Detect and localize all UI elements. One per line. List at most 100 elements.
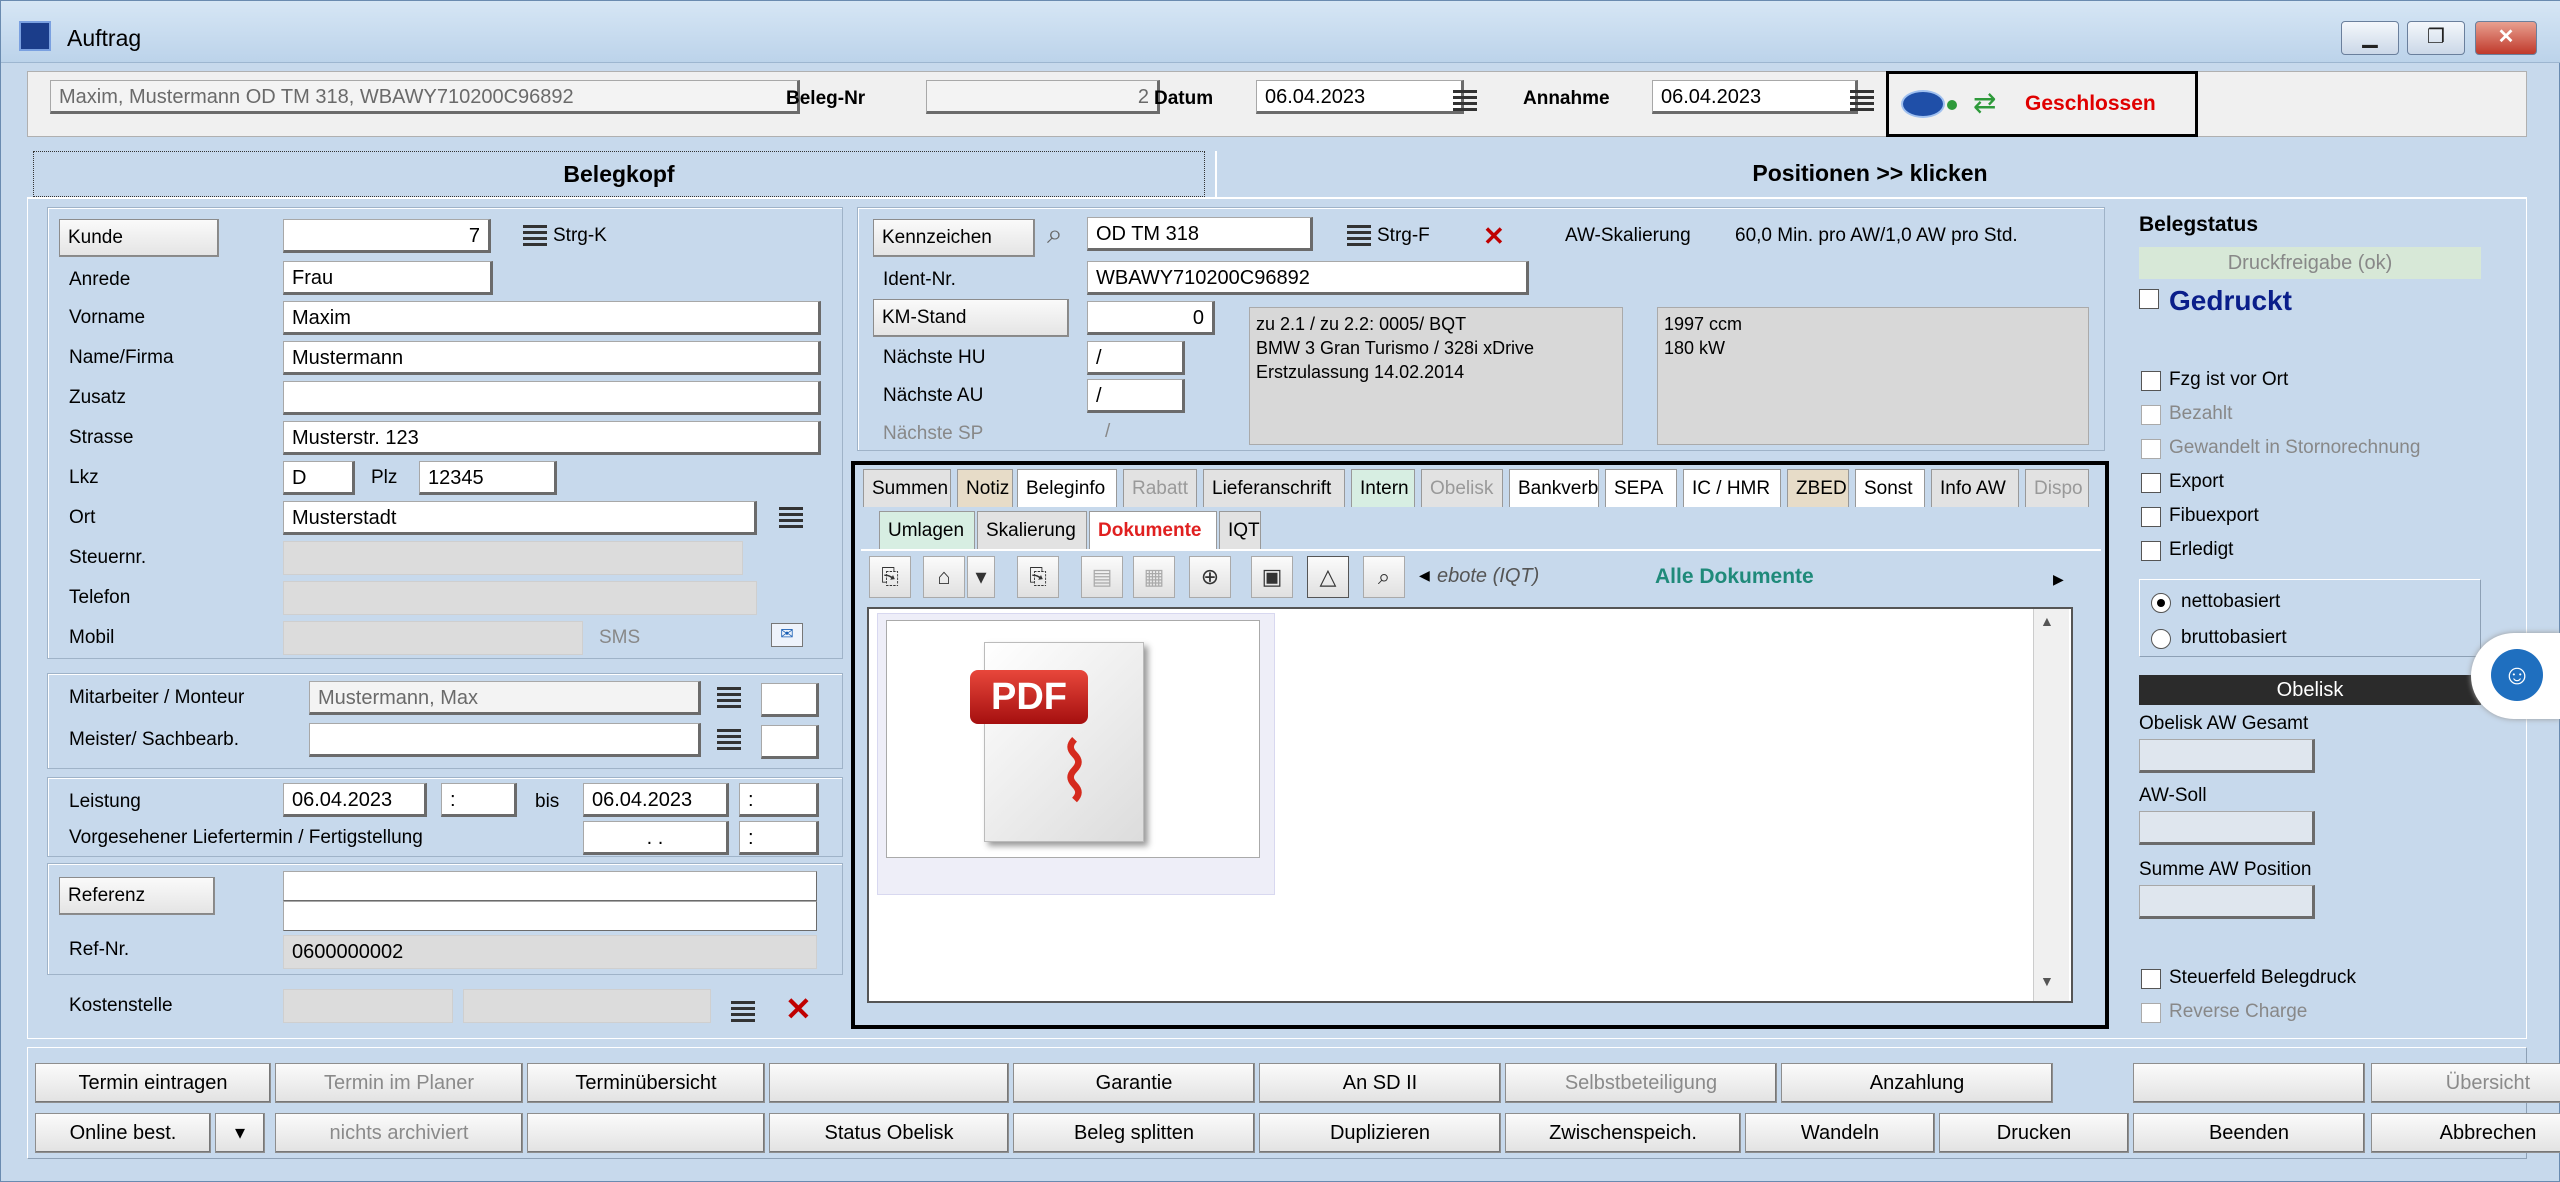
- doc-tab[interactable]: SEPA: [1605, 469, 1677, 507]
- clear-icon[interactable]: ✕: [785, 991, 812, 1027]
- clear-kennzeichen-icon[interactable]: ✕: [1483, 221, 1505, 251]
- bottom-button[interactable]: Drucken: [1939, 1113, 2129, 1153]
- maximize-button[interactable]: ❐: [2407, 21, 2465, 55]
- doc-subtab[interactable]: IQT: [1219, 511, 1261, 549]
- km-stand-field[interactable]: 0: [1087, 301, 1215, 335]
- doc-subtab[interactable]: Skalierung: [977, 511, 1087, 549]
- doc-tab[interactable]: ZBED: [1787, 469, 1849, 507]
- plz-field[interactable]: 12345: [419, 461, 557, 495]
- minimize-button[interactable]: ▁: [2341, 21, 2399, 55]
- doc-tab[interactable]: Rabatt: [1123, 469, 1197, 507]
- doc-tab[interactable]: Sonst: [1855, 469, 1925, 507]
- doc-tab[interactable]: Info AW: [1931, 469, 2019, 507]
- scroll-left-icon[interactable]: ◀: [1419, 567, 1430, 584]
- doc-subtab[interactable]: Umlagen: [879, 511, 975, 549]
- mitarbeiter-code-field[interactable]: [761, 683, 819, 717]
- zusatz-field[interactable]: [283, 381, 821, 415]
- doc-tab[interactable]: Intern: [1351, 469, 1415, 507]
- bottom-button[interactable]: Termin im Planer: [275, 1063, 523, 1103]
- vorname-field[interactable]: Maxim: [283, 301, 821, 335]
- list-icon[interactable]: [717, 729, 741, 751]
- vehicle-summary-field[interactable]: Maxim, Mustermann OD TM 318, WBAWY710200…: [50, 80, 800, 114]
- tab-belegkopf[interactable]: Belegkopf: [33, 151, 1205, 197]
- doc-tab[interactable]: Dispo: [2025, 469, 2089, 507]
- edit-image-icon[interactable]: △: [1307, 556, 1349, 598]
- import-icon[interactable]: ⎘: [1017, 556, 1059, 598]
- document-scrollbar[interactable]: ▲ ▼: [2033, 609, 2069, 1001]
- list-icon[interactable]: [779, 507, 803, 529]
- ident-field[interactable]: WBAWY710200C96892: [1087, 261, 1529, 295]
- datum-field[interactable]: 06.04.2023: [1256, 80, 1464, 114]
- aw-soll-field[interactable]: [2139, 811, 2315, 845]
- time-to-field[interactable]: :: [739, 783, 819, 817]
- status-checkbox[interactable]: [2141, 405, 2161, 425]
- bottom-button[interactable]: Selbstbeteiligung: [1505, 1063, 1777, 1103]
- paperclip-icon[interactable]: ⌕: [1047, 219, 1063, 249]
- bottom-button[interactable]: Anzahlung: [1781, 1063, 2053, 1103]
- bottom-button[interactable]: [2133, 1063, 2365, 1103]
- strasse-field[interactable]: Musterstr. 123: [283, 421, 821, 455]
- steuerfeld-checkbox[interactable]: [2141, 969, 2161, 989]
- bottom-button[interactable]: Übersicht: [2371, 1063, 2560, 1103]
- kennzeichen-field[interactable]: OD TM 318: [1087, 217, 1313, 251]
- scan-icon[interactable]: ⌂: [923, 556, 965, 598]
- list-icon[interactable]: [523, 225, 547, 247]
- doc-tab[interactable]: Beleginfo: [1017, 469, 1117, 507]
- status-checkbox[interactable]: [2141, 541, 2161, 561]
- meister-field[interactable]: [309, 723, 701, 757]
- hu-field[interactable]: /: [1087, 341, 1185, 375]
- kunde-button[interactable]: Kunde: [59, 219, 219, 257]
- gedruckt-checkbox[interactable]: [2139, 289, 2159, 309]
- list-icon[interactable]: [731, 1001, 755, 1023]
- doc-subtab[interactable]: Dokumente: [1089, 511, 1217, 549]
- liefer-date-field[interactable]: . .: [583, 821, 729, 855]
- ort-field[interactable]: Musterstadt: [283, 501, 757, 535]
- reverse-charge-checkbox[interactable]: [2141, 1003, 2161, 1023]
- doc-tab[interactable]: Lieferanschrift: [1203, 469, 1345, 507]
- bottom-button[interactable]: Terminübersicht: [527, 1063, 765, 1103]
- list-icon[interactable]: [1850, 90, 1874, 112]
- brutto-radio[interactable]: [2151, 629, 2171, 649]
- chat-widget[interactable]: ☺: [2471, 633, 2560, 719]
- bottom-button[interactable]: Garantie: [1013, 1063, 1255, 1103]
- au-field[interactable]: /: [1087, 379, 1185, 413]
- name-field[interactable]: Mustermann: [283, 341, 821, 375]
- bottom-button[interactable]: [769, 1063, 1009, 1103]
- bottom-button[interactable]: Beleg splitten: [1013, 1113, 1255, 1153]
- doc-tab[interactable]: Bankverb: [1509, 469, 1599, 507]
- netto-radio[interactable]: [2151, 593, 2171, 613]
- bottom-button[interactable]: Duplizieren: [1259, 1113, 1501, 1153]
- status-checkbox[interactable]: [2141, 507, 2161, 527]
- send-sms-icon[interactable]: ✉: [771, 623, 803, 647]
- add-document-icon[interactable]: ⎘: [869, 556, 911, 598]
- sync-arrows-icon[interactable]: ⇄: [1973, 88, 1996, 118]
- document-thumbnail[interactable]: ⌇ PDF: [877, 613, 1275, 895]
- list-view-icon[interactable]: ▤: [1081, 556, 1123, 598]
- bottom-button[interactable]: Online best.: [35, 1113, 211, 1153]
- scroll-down-icon[interactable]: ▼: [2040, 973, 2054, 989]
- scroll-right-icon[interactable]: ▶: [2053, 571, 2064, 588]
- bottom-button[interactable]: Zwischenspeich.: [1505, 1113, 1741, 1153]
- tab-positionen[interactable]: Positionen >> klicken: [1215, 151, 2523, 197]
- kunde-field[interactable]: 7: [283, 219, 491, 253]
- lkz-field[interactable]: D: [283, 461, 355, 495]
- mitarbeiter-field[interactable]: Mustermann, Max: [309, 681, 701, 715]
- liefer-time-field[interactable]: :: [739, 821, 819, 855]
- annahme-field[interactable]: 06.04.2023: [1652, 80, 1858, 114]
- status-checkbox[interactable]: [2141, 371, 2161, 391]
- list-icon[interactable]: [1347, 225, 1371, 247]
- bottom-button[interactable]: Termin eintragen: [35, 1063, 271, 1103]
- doc-tab[interactable]: IC / HMR: [1683, 469, 1781, 507]
- bottom-button[interactable]: nichts archiviert: [275, 1113, 523, 1153]
- bottom-button[interactable]: Status Obelisk: [769, 1113, 1009, 1153]
- scan-dropdown-icon[interactable]: ▾: [967, 556, 995, 598]
- leistung-to-field[interactable]: 06.04.2023: [583, 783, 729, 817]
- list-icon[interactable]: [717, 687, 741, 709]
- zoom-icon[interactable]: ⊕: [1189, 556, 1231, 598]
- status-checkbox[interactable]: [2141, 473, 2161, 493]
- bottom-button[interactable]: ▾: [215, 1113, 265, 1153]
- beleg-nr-field[interactable]: 2: [926, 80, 1160, 114]
- bottom-button[interactable]: [527, 1113, 765, 1153]
- bottom-button[interactable]: Abbrechen: [2371, 1113, 2560, 1153]
- doc-tab[interactable]: Obelisk: [1421, 469, 1503, 507]
